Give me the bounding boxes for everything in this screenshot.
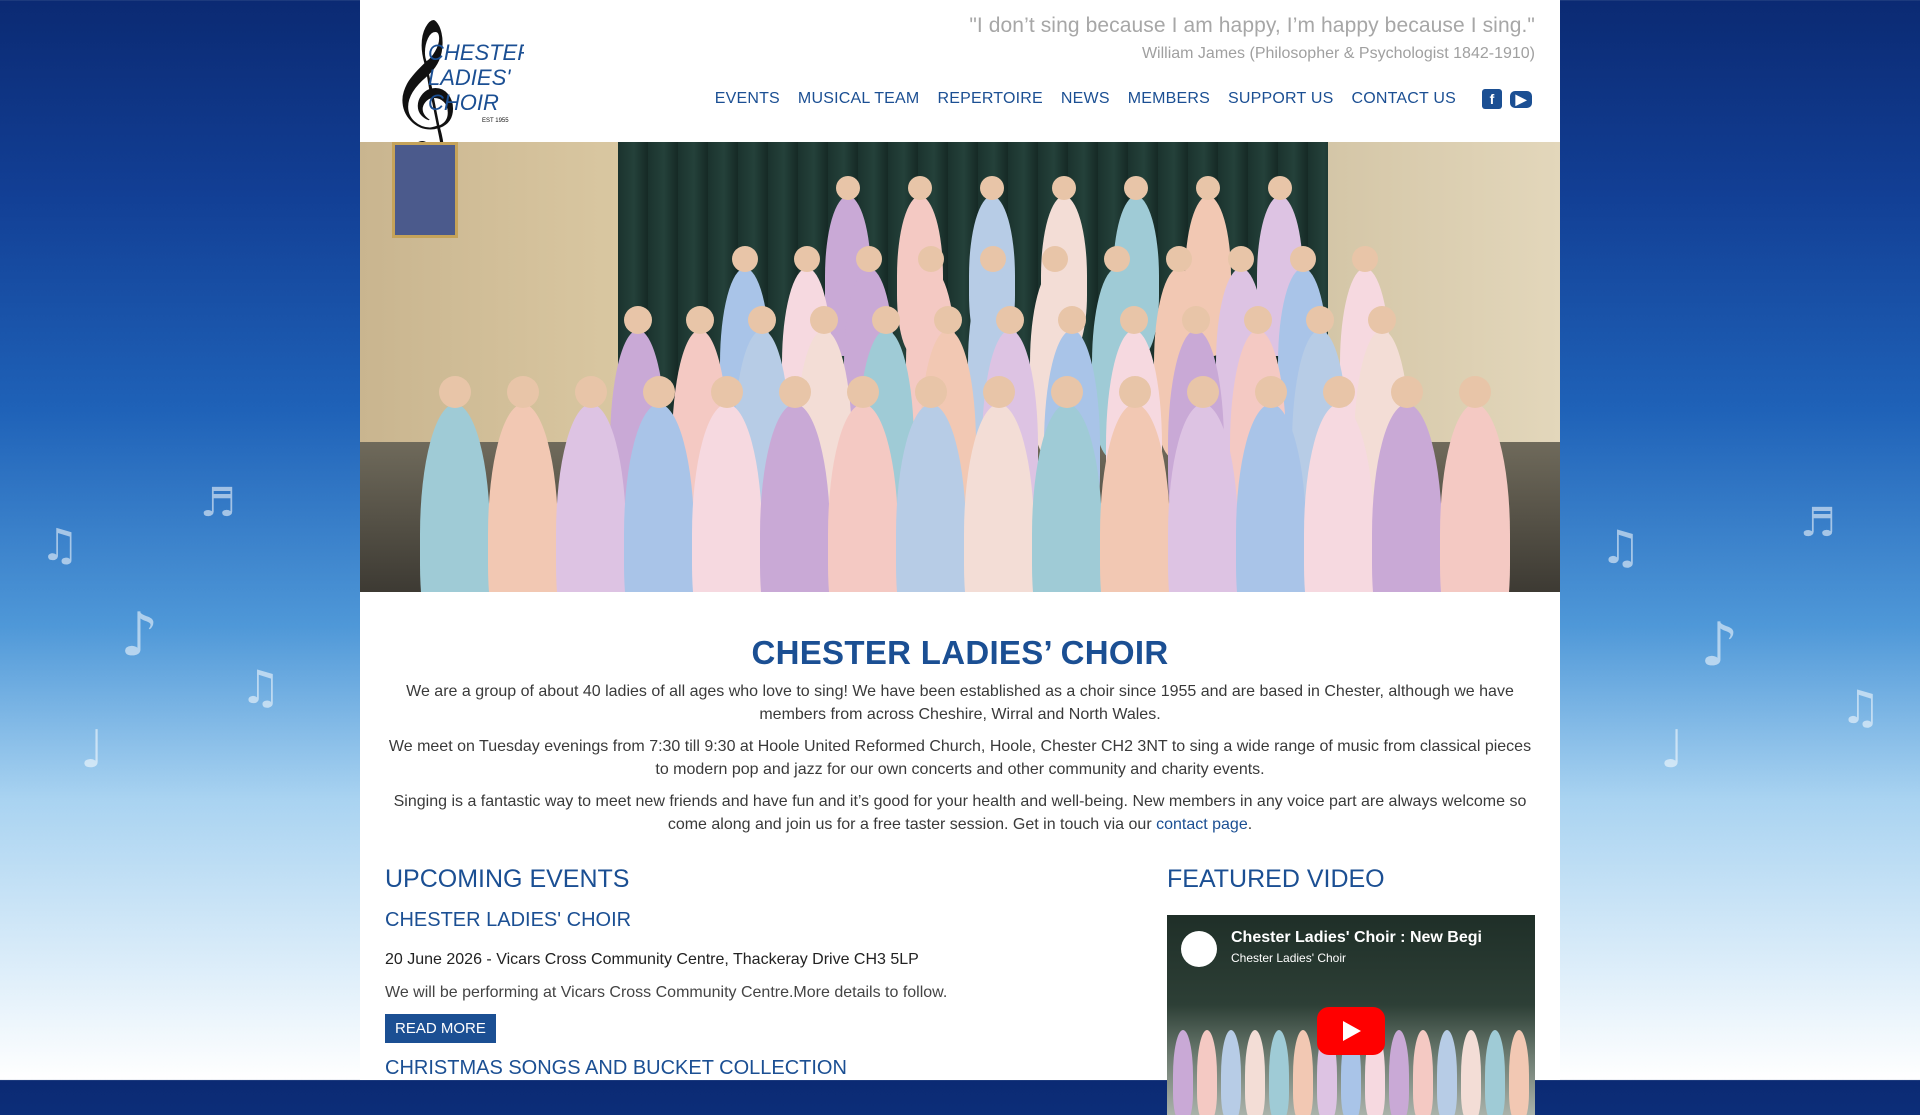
nav-item-news[interactable]: NEWS (1061, 90, 1110, 108)
nav-item-contact-us[interactable]: CONTACT US (1351, 90, 1456, 108)
choir-member (1437, 1030, 1457, 1115)
logo-est: EST 1955 (482, 118, 509, 124)
event-title[interactable]: CHESTER LADIES' CHOIR (385, 909, 1085, 932)
choir-member (1485, 1030, 1505, 1115)
logo-line-chester: CHESTER (428, 40, 524, 65)
page-container: 𝄞 CHESTER LADIES' CHOIR EST 1955 "I don’… (360, 0, 1560, 1115)
music-note-icon: ♫ (1840, 680, 1882, 734)
music-note-icon: ♬ (1800, 500, 1836, 546)
music-note-icon: ♪ (1700, 610, 1739, 680)
facebook-icon[interactable]: f (1482, 89, 1502, 109)
header-quote: "I don’t sing because I am happy, I’m ha… (969, 14, 1535, 37)
music-note-icon: ♪ (120, 600, 159, 670)
music-note-icon: ♩ (1660, 720, 1685, 780)
music-note-icon: ♫ (40, 520, 80, 571)
video-channel[interactable]: Chester Ladies' Choir (1231, 951, 1346, 965)
site-header: 𝄞 CHESTER LADIES' CHOIR EST 1955 "I don’… (360, 0, 1560, 160)
intro-paragraph-end: . (1247, 816, 1253, 833)
choir-member (1197, 1030, 1217, 1115)
hero-wall-hanging (392, 142, 458, 238)
choir-member (1389, 1030, 1409, 1115)
hero-image (360, 142, 1560, 592)
choir-member (1461, 1030, 1481, 1115)
upcoming-events: UPCOMING EVENTS CHESTER LADIES' CHOIR 20… (385, 865, 1085, 1080)
header-quote-author: William James (Philosopher & Psychologis… (1141, 45, 1535, 62)
featured-video: FEATURED VIDEO Chester Ladies' Choir : N… (1167, 865, 1535, 1115)
choir-member (1245, 1030, 1265, 1115)
video-embed[interactable]: Chester Ladies' Choir : New Begi Chester… (1167, 915, 1535, 1115)
main-nav: EVENTS MUSICAL TEAM REPERTOIRE NEWS MEMB… (697, 89, 1532, 109)
choir-member (1221, 1030, 1241, 1115)
logo-line-choir: CHOIR (428, 90, 499, 115)
choir-member (1413, 1030, 1433, 1115)
intro-paragraph: Singing is a fantastic way to meet new f… (385, 790, 1535, 836)
intro-paragraph: We are a group of about 40 ladies of all… (406, 683, 1514, 723)
nav-item-support-us[interactable]: SUPPORT US (1228, 90, 1333, 108)
event-title[interactable]: CHRISTMAS SONGS AND BUCKET COLLECTION (385, 1057, 1085, 1080)
play-button-icon[interactable] (1317, 1007, 1385, 1055)
nav-item-repertoire[interactable]: REPERTOIRE (937, 90, 1042, 108)
site-logo[interactable]: 𝄞 CHESTER LADIES' CHOIR EST 1955 (384, 10, 524, 160)
nav-item-members[interactable]: MEMBERS (1128, 90, 1210, 108)
music-note-icon: ♫ (1600, 520, 1642, 574)
youtube-icon[interactable]: ▶ (1510, 90, 1532, 108)
nav-item-events[interactable]: EVENTS (715, 90, 780, 108)
video-heading: FEATURED VIDEO (1167, 865, 1385, 893)
video-title[interactable]: Chester Ladies' Choir : New Begi (1231, 929, 1521, 947)
choir-member (1269, 1030, 1289, 1115)
social-links: f ▶ (1474, 89, 1532, 109)
channel-avatar[interactable] (1181, 931, 1217, 967)
event-description: We will be performing at Vicars Cross Co… (385, 984, 948, 1001)
music-note-icon: ♫ (240, 660, 282, 714)
intro-text: We are a group of about 40 ladies of all… (385, 680, 1535, 845)
choir-member (1509, 1030, 1529, 1115)
choir-member (1293, 1030, 1313, 1115)
intro-paragraph: We meet on Tuesday evenings from 7:30 ti… (388, 738, 1532, 778)
music-note-icon: ♬ (200, 480, 236, 526)
read-more-button[interactable]: READ MORE (385, 1014, 496, 1043)
contact-page-link[interactable]: contact page (1156, 816, 1248, 833)
page-title: CHESTER LADIES’ CHOIR (751, 634, 1169, 672)
logo-line-ladies: LADIES' (428, 65, 511, 90)
choir-member (1173, 1030, 1193, 1115)
event-date: 20 June 2026 - Vicars Cross Community Ce… (385, 951, 919, 968)
events-heading: UPCOMING EVENTS (385, 865, 630, 893)
music-note-icon: ♩ (80, 720, 105, 780)
intro-paragraph-text: Singing is a fantastic way to meet new f… (393, 793, 1527, 833)
nav-item-musical-team[interactable]: MUSICAL TEAM (798, 90, 920, 108)
